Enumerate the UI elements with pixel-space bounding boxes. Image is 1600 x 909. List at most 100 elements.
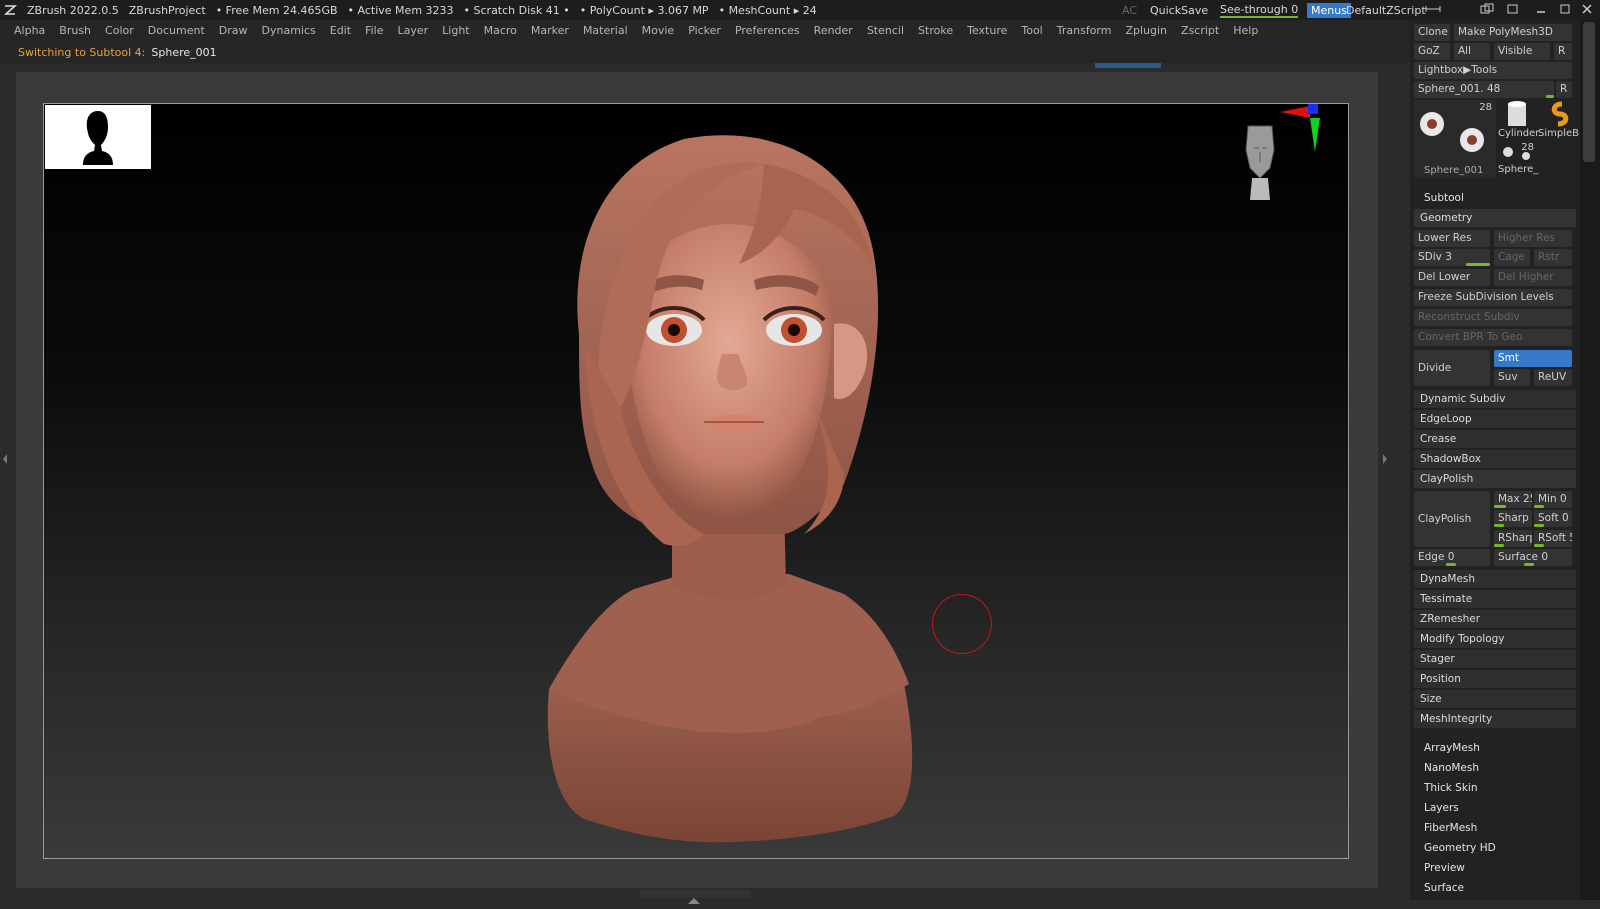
app-title: ZBrush 2022.0.5	[27, 3, 119, 17]
menu-transform[interactable]: Transform	[1057, 24, 1112, 37]
claypolish-section[interactable]: ClayPolish	[1414, 470, 1576, 488]
window-tile-icon[interactable]	[1480, 3, 1494, 18]
menu-preferences[interactable]: Preferences	[735, 24, 800, 37]
preview-section[interactable]: Preview	[1424, 862, 1465, 874]
thumb-label-cylinder: Cylinder	[1498, 128, 1540, 139]
menu-tool[interactable]: Tool	[1021, 24, 1042, 37]
tool-thumb-cylinder[interactable]: Cylinder	[1498, 100, 1540, 140]
close-icon[interactable]	[1582, 3, 1592, 17]
active-mem: • Active Mem 3233	[347, 3, 454, 17]
menu-zplugin[interactable]: Zplugin	[1125, 24, 1167, 37]
tool-thumb-simpleb[interactable]: SimpleB	[1538, 100, 1579, 140]
current-tool-slider[interactable]: Sphere_001. 48	[1414, 81, 1554, 98]
panel-scrollbar[interactable]	[1580, 20, 1600, 900]
quicksave-button[interactable]: QuickSave	[1150, 4, 1208, 17]
menu-draw[interactable]: Draw	[219, 24, 248, 37]
thick-skin-section[interactable]: Thick Skin	[1424, 782, 1478, 794]
menu-dynamics[interactable]: Dynamics	[262, 24, 316, 37]
menu-alpha[interactable]: Alpha	[14, 24, 45, 37]
reconstruct-subdiv-button[interactable]: Reconstruct Subdiv	[1414, 309, 1572, 326]
menu-edit[interactable]: Edit	[330, 24, 351, 37]
document-canvas[interactable]	[43, 103, 1349, 859]
divide-button[interactable]: Divide	[1414, 350, 1490, 386]
maximize-icon[interactable]	[1560, 4, 1570, 17]
make-polymesh-button[interactable]: Make PolyMesh3D	[1454, 24, 1572, 41]
clone-button[interactable]: Clone	[1414, 24, 1450, 41]
crease-section[interactable]: Crease	[1414, 430, 1576, 448]
subtool-switch-label: Switching to Subtool 4:	[18, 45, 146, 59]
menu-layer[interactable]: Layer	[397, 24, 428, 37]
menus-toggle[interactable]: Menus	[1307, 2, 1351, 18]
all-button[interactable]: All	[1454, 43, 1490, 60]
menu-picker[interactable]: Picker	[688, 24, 721, 37]
project-name[interactable]: ZBrushProject	[129, 4, 206, 17]
menu-zscript[interactable]: Zscript	[1181, 24, 1219, 37]
rstr-button[interactable]: Rstr	[1534, 249, 1572, 266]
cage-button[interactable]: Cage	[1494, 249, 1530, 266]
menu-brush[interactable]: Brush	[59, 24, 91, 37]
nanomesh-section[interactable]: NanoMesh	[1424, 762, 1479, 774]
goz-r-button[interactable]: R	[1554, 43, 1572, 60]
tessimate-section[interactable]: Tessimate	[1414, 590, 1576, 608]
menu-marker[interactable]: Marker	[531, 24, 569, 37]
window-restore-icon[interactable]	[1506, 3, 1520, 18]
geometry-hd-section[interactable]: Geometry HD	[1424, 842, 1496, 854]
polycount: • PolyCount ▸ 3.067 MP	[579, 3, 709, 17]
shadowbox-section[interactable]: ShadowBox	[1414, 450, 1576, 468]
menu-file[interactable]: File	[365, 24, 383, 37]
edgeloop-section[interactable]: EdgeLoop	[1414, 410, 1576, 428]
menu-document[interactable]: Document	[148, 24, 205, 37]
menu-texture[interactable]: Texture	[967, 24, 1007, 37]
visible-button[interactable]: Visible	[1494, 43, 1550, 60]
menu-color[interactable]: Color	[105, 24, 134, 37]
arraymesh-section[interactable]: ArrayMesh	[1424, 742, 1480, 754]
minimize-icon[interactable]	[1536, 4, 1546, 17]
menu-stencil[interactable]: Stencil	[867, 24, 904, 37]
see-through-slider[interactable]: See-through 0	[1220, 3, 1299, 18]
menu-stroke[interactable]: Stroke	[918, 24, 953, 37]
position-section[interactable]: Position	[1414, 670, 1576, 688]
claypolish-button[interactable]: ClayPolish	[1414, 491, 1490, 547]
freeze-subdivision-button[interactable]: Freeze SubDivision Levels	[1414, 289, 1572, 306]
left-tray-arrow-icon[interactable]	[2, 450, 8, 469]
menu-light[interactable]: Light	[442, 24, 469, 37]
layers-section[interactable]: Layers	[1424, 802, 1459, 814]
lower-res-button[interactable]: Lower Res	[1414, 230, 1490, 247]
ac-label[interactable]: AC	[1122, 4, 1137, 17]
dynamesh-section[interactable]: DynaMesh	[1414, 570, 1576, 588]
fibermesh-section[interactable]: FiberMesh	[1424, 822, 1477, 834]
modify-topology-section[interactable]: Modify Topology	[1414, 630, 1576, 648]
tool-thumb-sphere001[interactable]: 28 Sphere_001	[1414, 100, 1496, 178]
panel-scroll-thumb[interactable]	[1583, 22, 1595, 162]
smt-toggle[interactable]: Smt	[1494, 350, 1572, 367]
zremesher-section[interactable]: ZRemesher	[1414, 610, 1576, 628]
tool-thumb-sphere[interactable]: 28 Sphere_	[1498, 142, 1538, 178]
soft-slider-fill	[1534, 524, 1544, 527]
meshintegrity-section[interactable]: MeshIntegrity	[1414, 710, 1576, 728]
right-tray-arrow-icon[interactable]	[1382, 450, 1388, 469]
goz-button[interactable]: GoZ	[1414, 43, 1450, 60]
subtool-section[interactable]: Subtool	[1424, 192, 1464, 204]
convert-bpr-button[interactable]: Convert BPR To Geo	[1414, 329, 1572, 346]
tool-r-button[interactable]: R	[1556, 81, 1572, 98]
reuv-button[interactable]: ReUV	[1534, 369, 1572, 386]
size-section[interactable]: Size	[1414, 690, 1576, 708]
higher-res-button[interactable]: Higher Res	[1494, 230, 1572, 247]
surface-section[interactable]: Surface	[1424, 882, 1464, 894]
suv-toggle[interactable]: Suv	[1494, 369, 1530, 386]
del-lower-button[interactable]: Del Lower	[1414, 269, 1490, 286]
sculpt-model[interactable]	[44, 104, 1349, 859]
lightbox-tools-button[interactable]: Lightbox▶Tools	[1414, 62, 1572, 79]
menu-help[interactable]: Help	[1233, 24, 1258, 37]
stager-section[interactable]: Stager	[1414, 650, 1576, 668]
layout-icon[interactable]	[1425, 4, 1441, 17]
default-zscript-button[interactable]: DefaultZScript	[1346, 4, 1426, 17]
menu-macro[interactable]: Macro	[484, 24, 517, 37]
bottom-tray-handle[interactable]	[640, 890, 750, 904]
del-higher-button[interactable]: Del Higher	[1494, 269, 1572, 286]
menu-material[interactable]: Material	[583, 24, 628, 37]
menu-render[interactable]: Render	[814, 24, 853, 37]
menu-movie[interactable]: Movie	[642, 24, 675, 37]
geometry-section[interactable]: Geometry	[1414, 209, 1576, 227]
dynamic-subdiv-section[interactable]: Dynamic Subdiv	[1414, 390, 1576, 408]
